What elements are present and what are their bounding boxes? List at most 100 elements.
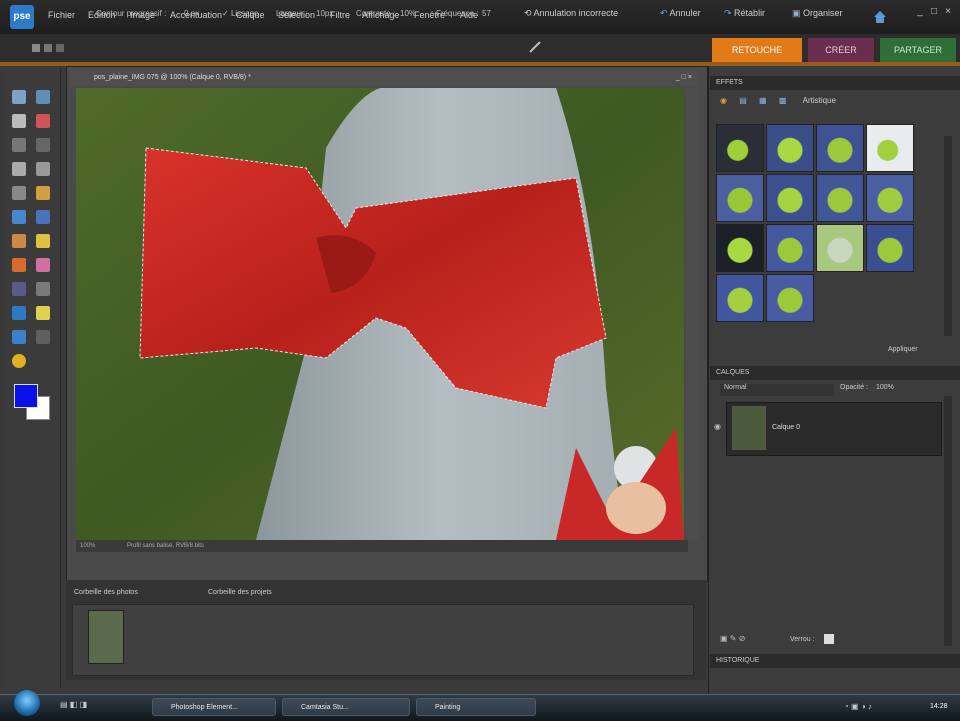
smart-brush-tool-icon[interactable] xyxy=(36,282,50,296)
effect-thumb[interactable] xyxy=(716,174,764,222)
effect-thumb[interactable] xyxy=(766,224,814,272)
blend-mode-select[interactable]: Normal xyxy=(720,384,834,396)
undo-status[interactable]: ⟲ Annulation incorrecte xyxy=(524,8,618,19)
effect-thumb[interactable] xyxy=(766,124,814,172)
effect-thumb[interactable] xyxy=(716,224,764,272)
effect-thumb[interactable] xyxy=(766,174,814,222)
vertical-scrollbar[interactable] xyxy=(686,88,698,540)
effets-filter-select[interactable]: Artistique xyxy=(803,96,836,105)
organiser-button[interactable]: ▣ Organiser xyxy=(792,8,843,19)
taskbar-clock[interactable]: 14:28 xyxy=(930,703,948,710)
marquee-tool-icon[interactable] xyxy=(12,138,26,152)
layer-thumbnail xyxy=(732,406,766,450)
maximize-button[interactable]: □ xyxy=(928,6,940,18)
opacity-label: Opacité : xyxy=(840,384,869,391)
document-title-bar[interactable]: pos_plaine_IMG 075 @ 100% (Calque 0, RVB… xyxy=(70,70,698,86)
contraste-value[interactable]: 10% xyxy=(400,9,416,18)
brush-tool-icon[interactable] xyxy=(12,282,26,296)
effets-thumbnail-grid xyxy=(716,124,916,324)
undo-icon: ⟲ xyxy=(524,8,534,18)
calques-panel-header[interactable]: CALQUES xyxy=(710,366,960,380)
effets-apply-button[interactable]: Appliquer xyxy=(888,346,918,353)
effect-thumb[interactable] xyxy=(816,124,864,172)
blur-tool-icon[interactable] xyxy=(36,330,50,344)
gradient-tool-icon[interactable] xyxy=(36,306,50,320)
red-eye-tool-icon[interactable] xyxy=(12,234,26,248)
quick-launch-icons[interactable]: ▤ ◧ ◨ xyxy=(60,700,87,709)
calques-footer-icons[interactable]: ▣ ✎ ⊘ xyxy=(720,634,745,643)
effets-panel-header[interactable]: EFFETS xyxy=(710,76,960,90)
tab-creer[interactable]: CRÉER xyxy=(808,38,874,62)
tab-retouche[interactable]: RETOUCHE xyxy=(712,38,802,62)
taskbar-photoshop[interactable]: Photoshop Element... xyxy=(152,698,276,716)
close-button[interactable]: × xyxy=(942,6,954,18)
text-tool-icon[interactable] xyxy=(12,186,26,200)
effets-filter-icons[interactable]: ◉ ▤ ▦ ▩ Artistique xyxy=(720,96,836,105)
selection-brush-tool-icon[interactable] xyxy=(36,162,50,176)
retablir-button[interactable]: ↷ Rétablir xyxy=(724,8,765,19)
calques-scrollbar[interactable] xyxy=(944,396,952,646)
historique-panel-header[interactable]: HISTORIQUE xyxy=(710,654,960,668)
frequence-value[interactable]: 57 xyxy=(482,9,491,18)
cookie-cutter-tool-icon[interactable] xyxy=(12,210,26,224)
effets-scrollbar[interactable] xyxy=(944,136,952,336)
clone-stamp-tool-icon[interactable] xyxy=(12,258,26,272)
lock-icon[interactable] xyxy=(824,634,834,644)
hand-tool-icon[interactable] xyxy=(12,114,26,128)
eraser-tool-icon[interactable] xyxy=(36,258,50,272)
contour-label: Contour progressif : xyxy=(96,9,167,18)
all-effects-icon: ▩ xyxy=(778,96,787,105)
effect-thumb[interactable] xyxy=(866,124,914,172)
taskbar-painting[interactable]: Painting xyxy=(416,698,536,716)
paint-bucket-tool-icon[interactable] xyxy=(12,306,26,320)
undo-label: Annulation incorrecte xyxy=(533,8,619,18)
contour-value[interactable]: 0 px xyxy=(184,9,199,18)
tab-corbeille-projets[interactable]: Corbeille des projets xyxy=(208,589,272,596)
effect-thumb[interactable] xyxy=(816,224,864,272)
layer-name[interactable]: Calque 0 xyxy=(772,424,800,431)
zoom-level[interactable]: 100% xyxy=(76,543,95,549)
minimize-button[interactable]: _ xyxy=(914,6,926,18)
straighten-tool-icon[interactable] xyxy=(36,210,50,224)
magic-wand-tool-icon[interactable] xyxy=(12,162,26,176)
sponge-tool-icon[interactable] xyxy=(12,354,26,368)
effect-thumb[interactable] xyxy=(816,174,864,222)
home-icon[interactable] xyxy=(873,10,887,24)
tab-partager[interactable]: PARTAGER xyxy=(880,38,956,62)
bin-thumbnail[interactable] xyxy=(88,610,124,664)
opacity-value[interactable]: 100% xyxy=(876,384,894,391)
selection-mode-icons[interactable] xyxy=(30,40,70,56)
zoom-tool-icon[interactable] xyxy=(36,90,50,104)
eyedropper-tool-icon[interactable] xyxy=(36,114,50,128)
document-status-bar: 100% Profil sans balise, RVB/8 bits xyxy=(76,540,688,552)
bin-content xyxy=(72,604,694,676)
spot-healing-tool-icon[interactable] xyxy=(36,234,50,248)
lasso-tool-icon[interactable] xyxy=(36,138,50,152)
organiser-icon: ▣ xyxy=(792,8,804,18)
annuler-button[interactable]: ↶ Annuler xyxy=(660,8,701,19)
image-canvas[interactable] xyxy=(76,88,684,540)
lissage-checkbox[interactable]: ✓ Lissage xyxy=(222,9,259,18)
crop-tool-icon[interactable] xyxy=(36,186,50,200)
contraste-label: Contraste : xyxy=(356,9,396,18)
layer-style-icon: ▤ xyxy=(739,96,747,105)
largeur-value[interactable]: 10px xyxy=(316,9,333,18)
effect-thumb[interactable] xyxy=(716,274,764,322)
shape-tool-icon[interactable] xyxy=(12,330,26,344)
eye-icon[interactable]: ◉ xyxy=(714,422,721,431)
check-icon: ✓ xyxy=(222,9,231,18)
system-tray-icons[interactable]: ◔ ▣ ◑ ♪ xyxy=(844,702,872,711)
largeur-label: Largeur : xyxy=(276,9,309,18)
effect-thumb[interactable] xyxy=(866,174,914,222)
move-tool-icon[interactable] xyxy=(12,90,26,104)
effect-thumb[interactable] xyxy=(766,274,814,322)
taskbar-camtasia[interactable]: Camtasia Stu... xyxy=(282,698,410,716)
effect-thumb[interactable] xyxy=(866,224,914,272)
tab-corbeille-photos[interactable]: Corbeille des photos xyxy=(74,589,138,596)
effect-thumb[interactable] xyxy=(716,124,764,172)
foreground-color-swatch[interactable] xyxy=(14,384,38,408)
start-button[interactable] xyxy=(14,690,40,716)
menu-fichier[interactable]: Fichier xyxy=(48,10,75,20)
document-window-controls[interactable]: _ □ × xyxy=(676,70,692,86)
pen-icon[interactable] xyxy=(528,40,542,54)
